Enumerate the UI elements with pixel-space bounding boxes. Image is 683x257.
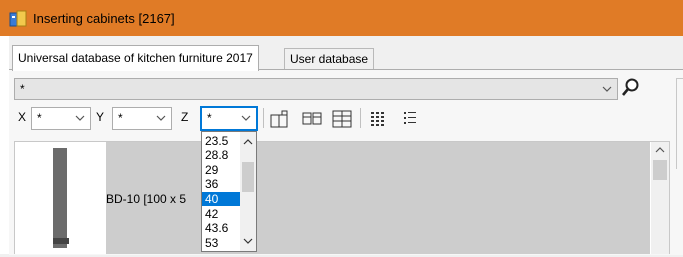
x-dimension-select[interactable]: * (31, 107, 91, 130)
tab-universal-database[interactable]: Universal database of kitchen furniture … (12, 45, 259, 71)
dropdown-option[interactable]: 23.5 (202, 134, 242, 148)
list-scrollbar[interactable] (651, 142, 669, 254)
tab-user-database[interactable]: User database (284, 48, 375, 70)
dropdown-scrollbar[interactable] (240, 132, 256, 251)
grid-view-icon[interactable] (331, 108, 353, 130)
y-dimension-value: * (118, 111, 123, 125)
dropdown-option[interactable]: 28.8 (202, 148, 242, 162)
y-dimension-select[interactable]: * (112, 107, 172, 130)
panel-view-icon[interactable] (301, 108, 323, 130)
z-dimension-value: * (207, 111, 212, 125)
dropdown-option[interactable]: 29 (202, 163, 242, 177)
z-dimension-select[interactable]: * (200, 106, 258, 131)
cabinet-thumbnail[interactable] (15, 142, 105, 254)
dropdown-option[interactable]: 36 (202, 177, 242, 191)
tiles-view-icon[interactable] (368, 108, 390, 130)
z-dimension-dropdown: 23.5 28.8 29 36 40 42 43.6 53 (201, 131, 257, 252)
x-dimension-label: X (18, 110, 27, 124)
dropdown-option[interactable]: 42 (202, 207, 242, 221)
list-view-icon[interactable] (401, 108, 423, 130)
category-select[interactable]: * (14, 78, 618, 100)
chevron-up-icon (242, 139, 254, 244)
dropdown-option[interactable]: 53 (202, 236, 242, 250)
side-panel-edge (676, 78, 683, 169)
dropdown-option-selected[interactable]: 40 (202, 192, 242, 206)
database-tabs: Universal database of kitchen furniture … (9, 36, 683, 71)
toolbar-separator (263, 108, 264, 128)
cabinet-thumbnail-image (53, 148, 69, 248)
y-dimension-label: Y (96, 110, 105, 124)
list-item[interactable] (106, 142, 650, 254)
window-title: Inserting cabinets [2167] (33, 11, 175, 26)
chevron-down-icon (75, 115, 85, 121)
dropdown-option[interactable]: 43.6 (202, 221, 242, 235)
x-dimension-value: * (37, 111, 42, 125)
z-dimension-label: Z (181, 110, 189, 124)
category-select-value: * (20, 82, 25, 96)
cabinet-view-icon[interactable] (268, 108, 290, 130)
left-edge (0, 36, 9, 254)
title-bar: Inserting cabinets [2167] (0, 0, 683, 36)
chevron-down-icon (241, 115, 251, 121)
chevron-down-icon (602, 86, 612, 92)
toolbar-separator (360, 108, 361, 128)
chevron-down-icon (156, 115, 166, 121)
list-item-label: BD-10 [100 x 5 (106, 192, 187, 206)
chevron-up-icon (653, 147, 667, 180)
cabinet-app-icon (9, 10, 27, 27)
search-icon[interactable] (620, 76, 642, 100)
